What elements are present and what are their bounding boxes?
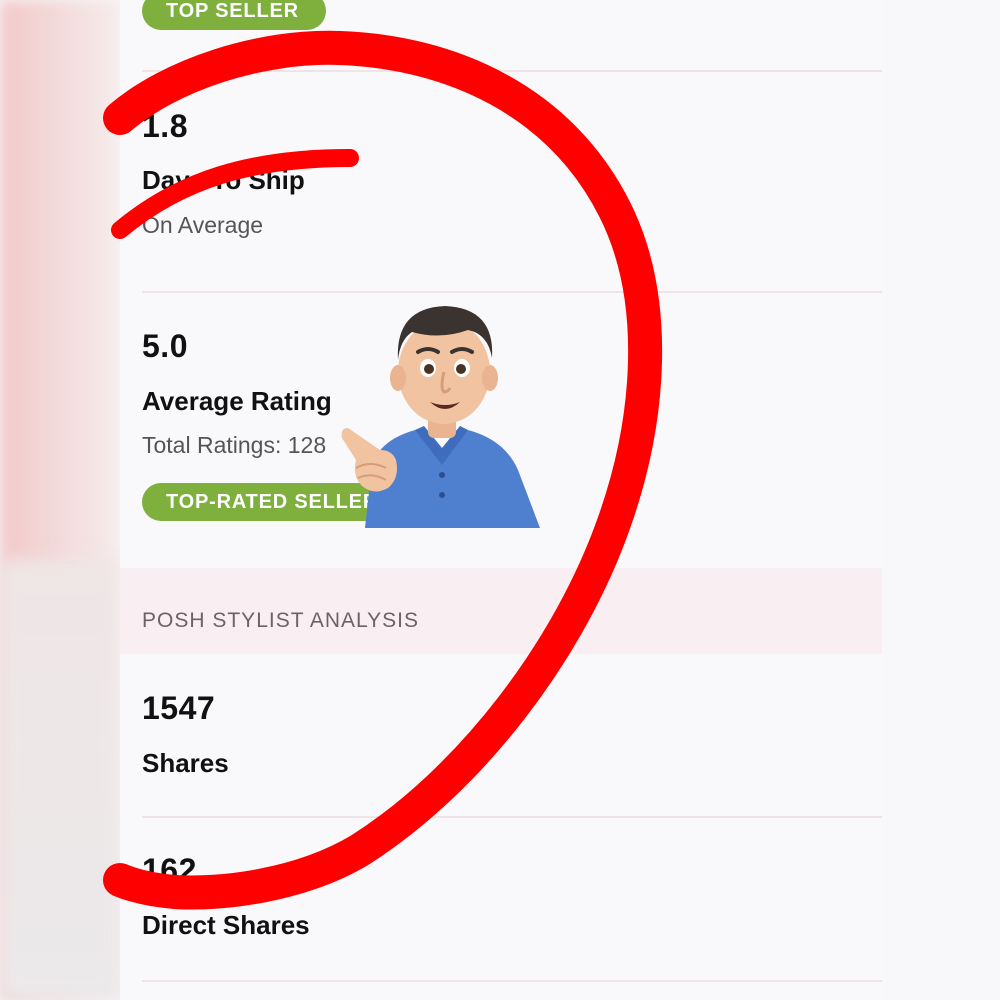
divider — [142, 291, 882, 293]
divider — [142, 980, 882, 982]
average-rating-label: Average Rating — [142, 386, 332, 416]
top-seller-badge-label: TOP SELLER — [166, 0, 299, 22]
divider — [142, 816, 882, 818]
screenshot-stage: TOP SELLER 1.8 Days To Ship On Average 5… — [0, 0, 1000, 1000]
top-seller-badge: TOP SELLER — [142, 0, 326, 30]
shares-label: Shares — [142, 748, 229, 778]
section-title: POSH STYLIST ANALYSIS — [142, 609, 419, 632]
average-rating-value: 5.0 — [142, 328, 188, 364]
man-pointing-emoji-icon — [341, 306, 540, 528]
shares-value: 1547 — [142, 690, 216, 726]
divider — [142, 70, 882, 72]
days-to-ship-label: Days To Ship — [142, 165, 305, 195]
days-to-ship-value: 1.8 — [142, 108, 188, 144]
days-to-ship-subtext: On Average — [142, 212, 264, 238]
blurred-background-left-lower — [0, 560, 120, 1000]
direct-shares-label: Direct Shares — [142, 910, 310, 940]
total-ratings-text: Total Ratings: 128 — [142, 432, 327, 458]
background-right — [882, 0, 1000, 1000]
direct-shares-value: 162 — [142, 852, 197, 888]
